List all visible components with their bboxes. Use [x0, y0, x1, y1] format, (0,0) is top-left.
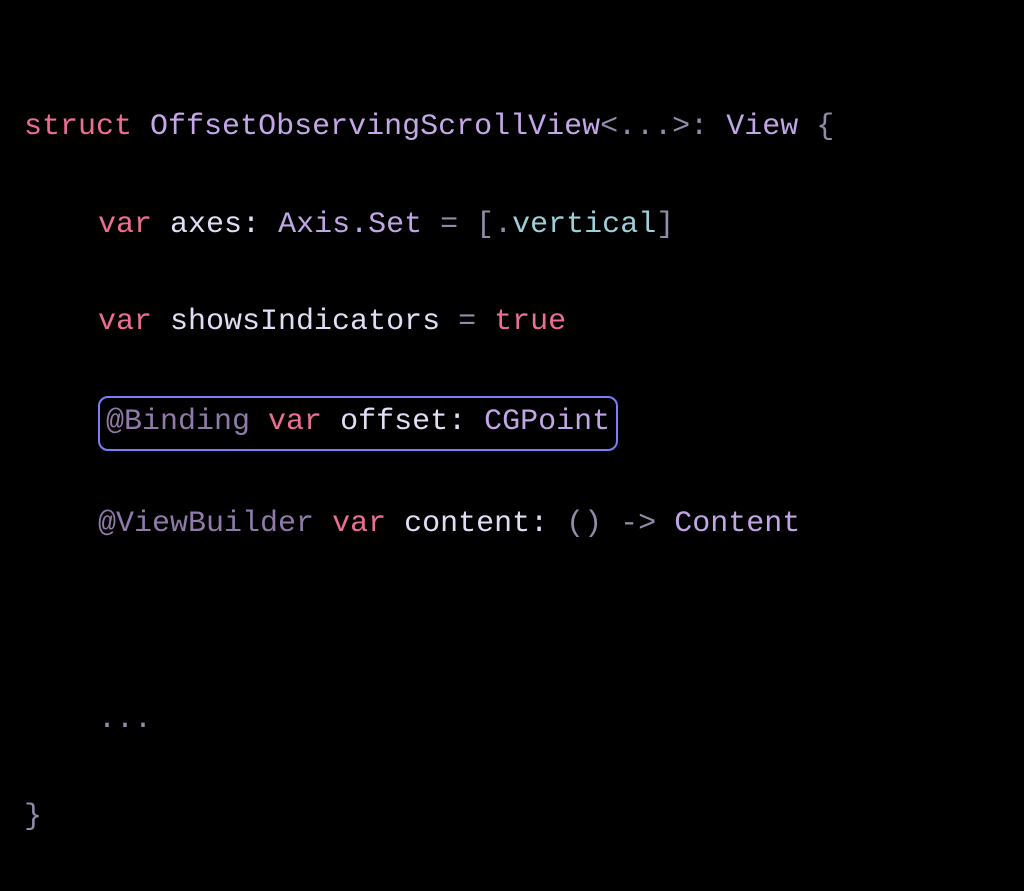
- brace-close: }: [24, 800, 42, 834]
- bracket-close: ]: [656, 208, 674, 242]
- type-name: Axis.Set: [278, 208, 422, 242]
- type-name: Content: [674, 507, 800, 541]
- paren-void: (): [566, 507, 602, 541]
- bool-literal: true: [494, 305, 566, 339]
- attribute: @ViewBuilder: [98, 507, 314, 541]
- property-name: content:: [404, 507, 548, 541]
- highlight-box: @Binding var offset: CGPoint: [98, 396, 618, 451]
- keyword-var: var: [332, 507, 386, 541]
- arrow: ->: [620, 507, 656, 541]
- property-name: showsIndicators: [170, 305, 440, 339]
- blank-line: [24, 598, 1024, 647]
- enum-member: vertical: [512, 208, 656, 242]
- equals: =: [458, 305, 476, 339]
- type-name: OffsetObservingScrollView: [150, 110, 600, 144]
- code-line-1: struct OffsetObservingScrollView<...>: V…: [24, 103, 1024, 152]
- keyword-var: var: [268, 405, 322, 439]
- type-name: CGPoint: [484, 405, 610, 439]
- code-line-4: @Binding var offset: CGPoint: [24, 396, 1024, 451]
- dot: .: [494, 208, 512, 242]
- property-name: offset:: [340, 405, 466, 439]
- protocol-name: View: [726, 110, 798, 144]
- attribute: @Binding: [106, 405, 250, 439]
- code-line-5: @ViewBuilder var content: () -> Content: [24, 500, 1024, 549]
- keyword-var: var: [98, 305, 152, 339]
- generics-open: <: [600, 110, 618, 144]
- code-line-7: }: [24, 793, 1024, 842]
- brace-open: {: [816, 110, 834, 144]
- code-line-2: var axes: Axis.Set = [.vertical]: [24, 201, 1024, 250]
- equals: =: [440, 208, 458, 242]
- property-name: axes:: [170, 208, 260, 242]
- bracket-open: [: [476, 208, 494, 242]
- ellipsis: ...: [98, 703, 152, 737]
- keyword-struct: struct: [24, 110, 132, 144]
- keyword-var: var: [98, 208, 152, 242]
- code-line-6: ...: [24, 696, 1024, 745]
- code-block: struct OffsetObservingScrollView<...>: V…: [24, 54, 1024, 891]
- generics-ellipsis: ...: [618, 110, 672, 144]
- code-line-3: var showsIndicators = true: [24, 298, 1024, 347]
- generics-close: >:: [672, 110, 708, 144]
